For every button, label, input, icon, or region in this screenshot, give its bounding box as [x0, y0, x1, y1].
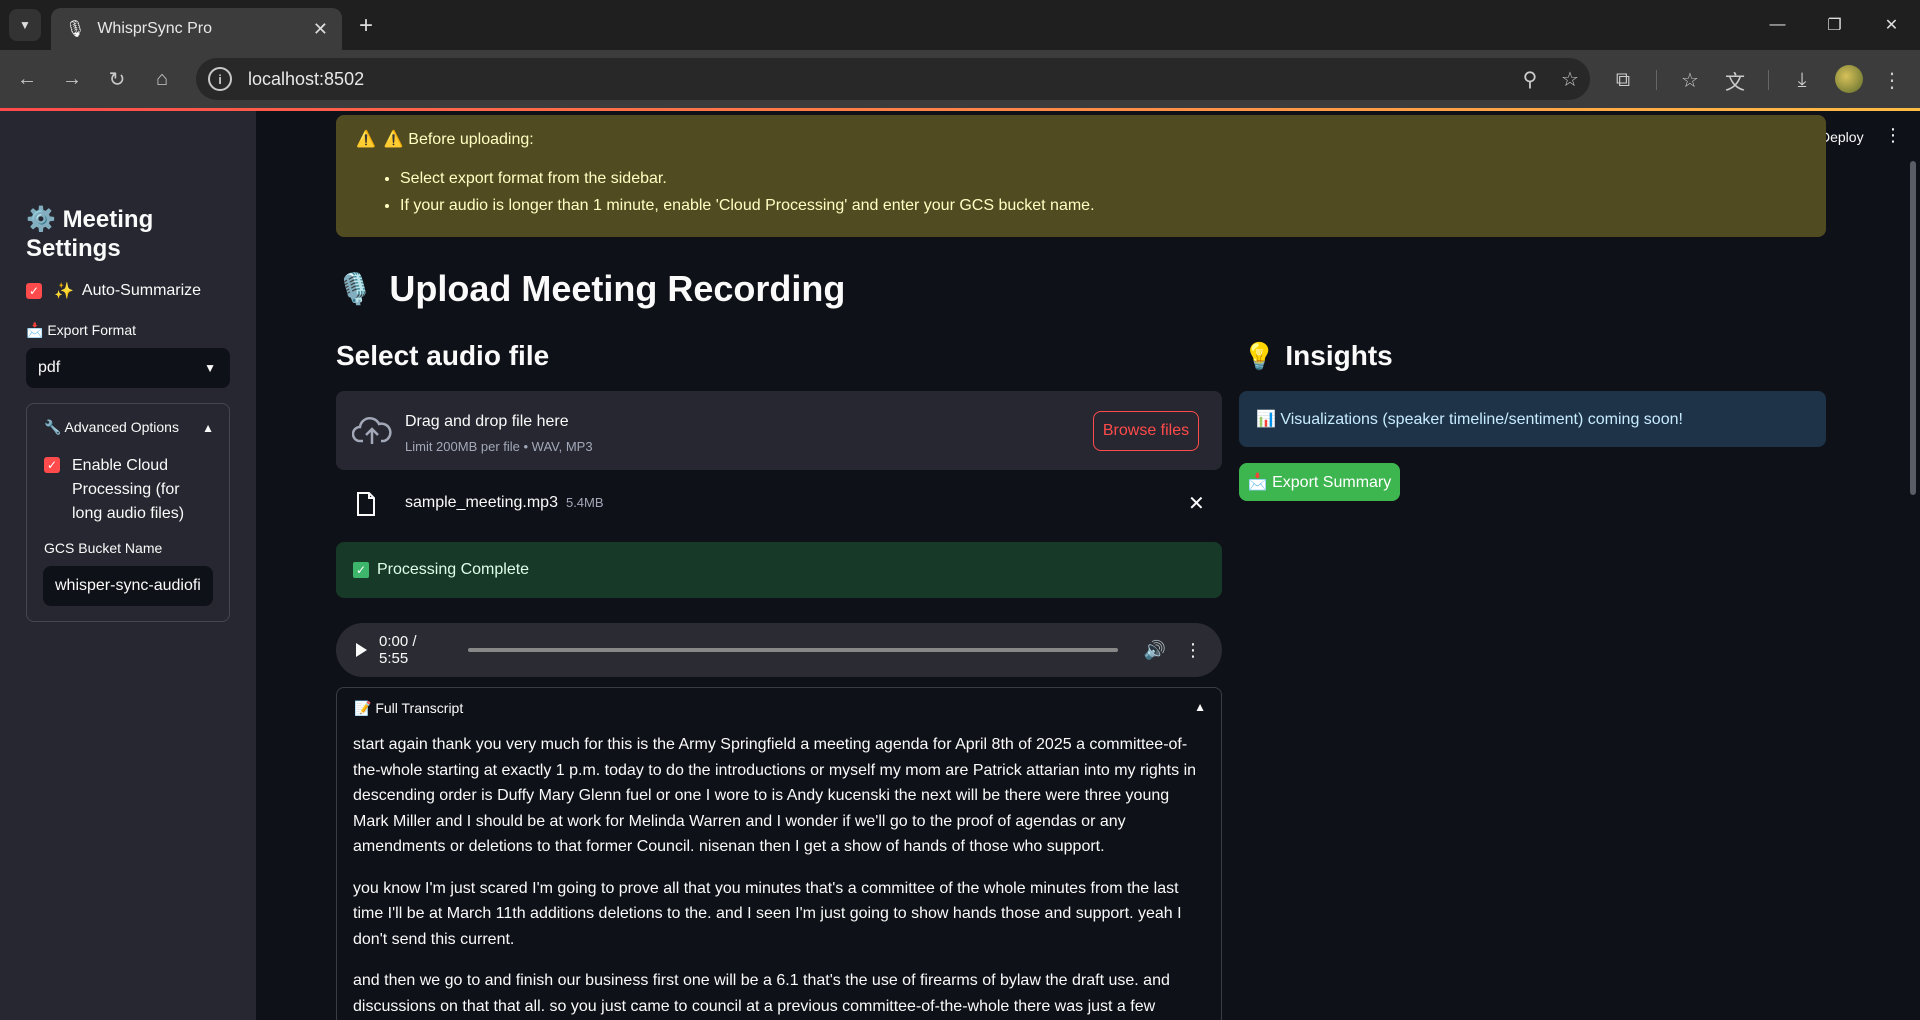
auto-summarize-label: Auto-Summarize: [81, 282, 202, 299]
dropzone-limit-text: Limit 200MB per file • WAV, MP3: [405, 439, 593, 454]
tab-search-button[interactable]: ▼: [9, 9, 41, 41]
insights-heading: 💡 Insights: [1243, 340, 1393, 372]
file-info: sample_meeting.mp3 5.4MB: [405, 494, 604, 512]
audio-time: 0:00 / 5:55: [379, 633, 417, 667]
browse-files-button[interactable]: Browse files: [1093, 411, 1199, 451]
file-name: sample_meeting.mp3: [405, 494, 558, 511]
toolbar-divider: [1656, 70, 1657, 90]
transcript-paragraph: start again thank you very much for this…: [353, 736, 1197, 855]
info-alert: 📊 Visualizations (speaker timeline/senti…: [1239, 391, 1826, 447]
audio-player: 0:00 / 5:55 🔊 ⋮: [336, 623, 1222, 677]
export-format-label: 📩 Export Format: [26, 322, 137, 338]
translate-icon[interactable]: 文: [1720, 65, 1750, 95]
profile-avatar[interactable]: [1835, 65, 1863, 93]
uploaded-file-row: sample_meeting.mp3 5.4MB ✕: [336, 479, 1222, 527]
volume-icon[interactable]: 🔊: [1144, 640, 1166, 661]
zoom-icon[interactable]: ⚲: [1510, 67, 1550, 92]
transcript-label: 📝 Full Transcript: [354, 700, 464, 716]
url-text[interactable]: localhost:8502: [248, 69, 1510, 90]
checkbox-checked-icon[interactable]: ✓: [26, 283, 42, 299]
main-menu-icon[interactable]: ⋮: [1884, 125, 1902, 146]
minimize-icon[interactable]: ―: [1749, 0, 1806, 50]
advanced-options-label: 🔧 Advanced Options: [44, 419, 179, 435]
gcs-bucket-input[interactable]: [43, 566, 213, 606]
browser-tab[interactable]: 🎙 WhisprSync Pro ✕: [51, 8, 342, 50]
microphone-icon: 🎙️: [336, 272, 374, 306]
chevron-up-icon: ▲: [202, 420, 214, 435]
toolbar-divider: [1768, 70, 1769, 90]
export-summary-button[interactable]: 📩 Export Summary: [1239, 463, 1400, 501]
cloud-processing-checkbox[interactable]: ✓ Enable Cloud Processing (for long audi…: [44, 454, 212, 526]
gcs-bucket-label: GCS Bucket Name: [44, 540, 163, 556]
bookmark-star-icon[interactable]: ☆: [1550, 67, 1590, 92]
browser-menu-icon[interactable]: ⋮: [1877, 65, 1907, 95]
page-title-text: Upload Meeting Recording: [389, 268, 846, 309]
dropzone-text: Drag and drop file here: [405, 413, 569, 430]
warning-list: Select export format from the sidebar. I…: [400, 165, 1806, 219]
gear-icon: ⚙️: [26, 206, 56, 233]
site-info-icon[interactable]: i: [208, 67, 232, 91]
sparkles-icon: ✨: [54, 283, 74, 300]
chevron-down-icon: ▼: [19, 18, 31, 32]
cloud-upload-icon: [352, 417, 392, 444]
chevron-up-icon: ▲: [1194, 700, 1206, 714]
reload-icon[interactable]: ↻: [102, 64, 132, 94]
transcript-body: start again thank you very much for this…: [353, 732, 1209, 1020]
audio-progress-bar[interactable]: [467, 648, 1118, 652]
insights-heading-text: Insights: [1285, 340, 1393, 371]
extensions-icon[interactable]: ⧉: [1608, 65, 1638, 95]
warning-item: If your audio is longer than 1 minute, e…: [400, 192, 1806, 219]
play-icon[interactable]: [356, 643, 367, 657]
export-format-value: pdf: [38, 359, 61, 376]
warning-heading: ⚠️ ⚠️ Before uploading:: [356, 129, 1806, 149]
microphone-icon: 🎙: [65, 21, 86, 38]
browser-tab-bar: ▼ 🎙 WhisprSync Pro ✕ + ― ❐ ✕: [0, 0, 1920, 50]
warning-item: Select export format from the sidebar.: [400, 165, 1806, 192]
file-icon: [357, 492, 375, 516]
restore-icon[interactable]: ❐: [1806, 0, 1863, 50]
check-mark-icon: ✓: [353, 562, 369, 578]
advanced-options-header[interactable]: 🔧 Advanced Options ▲: [44, 419, 214, 436]
auto-summarize-checkbox[interactable]: ✓ ✨ Auto-Summarize: [26, 281, 201, 301]
forward-arrow-icon[interactable]: →: [57, 64, 87, 94]
address-bar[interactable]: i localhost:8502 ⚲ ☆: [196, 58, 1590, 100]
deploy-button[interactable]: Deploy: [1820, 129, 1864, 145]
browser-toolbar: ← → ↻ ⌂ i localhost:8502 ⚲ ☆ ⧉ ☆ 文 ⤓ ⋮: [0, 50, 1920, 108]
chevron-down-icon: ▼: [204, 361, 216, 375]
page-title: 🎙️ Upload Meeting Recording: [336, 268, 845, 310]
file-uploader-dropzone[interactable]: Drag and drop file here Limit 200MB per …: [336, 391, 1222, 470]
main-content: Deploy ⋮ ⚠️ ⚠️ Before uploading: Select …: [256, 111, 1920, 1020]
transcript-header[interactable]: 📝 Full Transcript ▲: [354, 700, 1206, 717]
success-alert: ✓ Processing Complete: [336, 542, 1222, 598]
download-icon[interactable]: ⤓: [1787, 65, 1817, 95]
close-window-icon[interactable]: ✕: [1863, 0, 1920, 50]
select-audio-heading: Select audio file: [336, 340, 550, 371]
close-icon[interactable]: ✕: [313, 19, 328, 40]
sidebar: ⚙️ Meeting Settings ✓ ✨ Auto-Summarize 📩…: [0, 111, 256, 1020]
cloud-processing-label: Enable Cloud Processing (for long audio …: [72, 457, 185, 522]
advanced-options-expander: 🔧 Advanced Options ▲ ✓ Enable Cloud Proc…: [26, 403, 230, 622]
bookmarks-icon[interactable]: ☆: [1675, 65, 1705, 95]
warning-heading-text: ⚠️ Before uploading:: [383, 131, 534, 148]
transcript-paragraph: and then we go to and finish our busines…: [353, 972, 1170, 1015]
scrollbar[interactable]: [1910, 161, 1916, 495]
tab-title: WhisprSync Pro: [97, 20, 213, 37]
warning-icon: ⚠️: [356, 131, 376, 148]
export-format-select[interactable]: pdf ▼: [26, 348, 230, 388]
transcript-paragraph: you know I'm just scared I'm going to pr…: [353, 879, 1182, 948]
remove-file-icon[interactable]: ✕: [1188, 491, 1205, 516]
lightbulb-icon: 💡: [1243, 341, 1276, 371]
file-size: 5.4MB: [565, 495, 604, 510]
new-tab-button[interactable]: +: [352, 12, 380, 40]
more-options-icon[interactable]: ⋮: [1184, 640, 1202, 661]
transcript-expander: 📝 Full Transcript ▲ start again thank yo…: [336, 687, 1222, 1020]
success-text: Processing Complete: [377, 561, 530, 578]
warning-alert: ⚠️ ⚠️ Before uploading: Select export fo…: [336, 115, 1826, 237]
window-controls: ― ❐ ✕: [1749, 0, 1920, 50]
checkbox-checked-icon[interactable]: ✓: [44, 457, 60, 473]
sidebar-title: ⚙️ Meeting Settings: [26, 205, 226, 263]
back-arrow-icon[interactable]: ←: [12, 64, 42, 94]
home-icon[interactable]: ⌂: [147, 64, 177, 94]
